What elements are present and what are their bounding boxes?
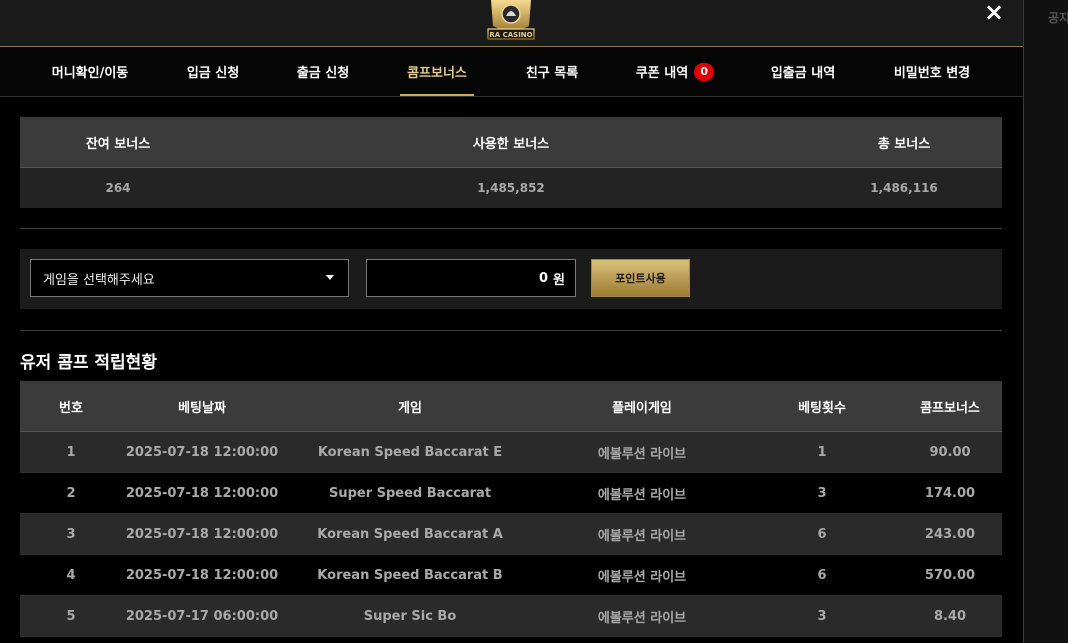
casino-logo-icon: RA CASINO [487,0,535,40]
tab-change-password[interactable]: 비밀번호 변경 [878,47,986,96]
cell-comp-bonus: 243.00 [924,526,976,542]
cell-bet-date: 2025-07-18 12:00:00 [125,567,279,583]
use-points-button[interactable]: 포인트사용 [591,259,690,297]
cell-game: Super Sic Bo [363,608,457,624]
cell-bet-count: 3 [817,608,827,624]
point-amount-input[interactable]: 0 원 [366,259,576,297]
background-notice-text: 공지 [1048,11,1068,25]
remaining-bonus-label: 잔여 보너스 [85,136,151,152]
section-title: 유저 콤프 적립현황 [20,353,157,373]
tab-money-check[interactable]: 머니확인/이동 [24,47,156,96]
cell-play-game: 에볼루션 라이브 [597,569,687,585]
cell-play-game: 에볼루션 라이브 [597,487,687,503]
tab-label: 친구 목록 [525,66,579,81]
tab-coupon-history[interactable]: 쿠폰 내역 0 [625,47,725,96]
used-bonus-label: 사용한 보너스 [472,136,550,152]
caret-down-icon [326,275,334,280]
cell-game: Korean Speed Baccarat A [317,526,503,542]
cell-game: Korean Speed Baccarat E [317,444,503,460]
column-header-bet-date: 베팅날짜 [178,400,226,416]
table-header: 번호 베팅날짜 게임 플레이게임 베팅횟수 콤프보너스 [20,381,1002,432]
bonus-summary: 잔여 보너스 사용한 보너스 총 보너스 264 1,485,852 1,486… [20,117,1002,208]
cell-play-game: 에볼루션 라이브 [597,446,687,462]
column-header-bet-count: 베팅횟수 [798,400,846,416]
point-use-form: 게임을 선택해주세요 0 원 포인트사용 [20,249,1002,309]
comp-history-table: 번호 베팅날짜 게임 플레이게임 베팅횟수 콤프보너스 1 2025-07-18… [20,381,1002,637]
cell-comp-bonus: 570.00 [924,567,976,583]
modal-header: RA CASINO × [0,0,1023,47]
game-select[interactable]: 게임을 선택해주세요 [30,259,349,297]
cell-bet-date: 2025-07-18 12:00:00 [125,485,279,501]
tab-label: 머니확인/이동 [51,66,129,81]
table-row: 3 2025-07-18 12:00:00 Korean Speed Bacca… [20,514,1002,555]
tab-friend-list[interactable]: 친구 목록 [510,47,594,96]
cell-game: Super Speed Baccarat [328,485,492,501]
point-amount-value: 0 [538,270,549,286]
divider [20,330,1002,331]
cell-number: 1 [66,444,76,460]
bonus-summary-header: 잔여 보너스 사용한 보너스 총 보너스 [20,117,1002,168]
cell-bet-date: 2025-07-17 06:00:00 [125,608,279,624]
logo-text: RA CASINO [489,31,532,39]
total-bonus-value: 1,486,116 [870,181,938,195]
cell-game: Korean Speed Baccarat B [317,567,503,583]
cell-bet-count: 6 [817,567,827,583]
cell-number: 2 [66,485,76,501]
table-row: 4 2025-07-18 12:00:00 Korean Speed Bacca… [20,555,1002,596]
cell-comp-bonus: 90.00 [929,444,971,460]
total-bonus-label: 총 보너스 [877,136,931,152]
cell-play-game: 에볼루션 라이브 [597,528,687,544]
cell-comp-bonus: 8.40 [933,608,967,624]
game-select-value: 게임을 선택해주세요 [43,272,155,288]
cell-bet-date: 2025-07-18 12:00:00 [125,444,279,460]
tab-deposit-request[interactable]: 입금 신청 [170,47,256,96]
cell-bet-count: 3 [817,485,827,501]
column-header-number: 번호 [59,400,83,416]
background-page [1024,0,1068,643]
bonus-summary-values: 264 1,485,852 1,486,116 [20,168,1002,208]
tab-label: 비밀번호 변경 [893,66,971,81]
close-button[interactable]: × [984,0,1004,24]
tab-label: 출금 신청 [296,66,350,81]
tab-label: 쿠폰 내역 [635,66,689,81]
cell-bet-date: 2025-07-18 12:00:00 [125,526,279,542]
tab-transaction-history[interactable]: 입출금 내역 [755,47,851,96]
tab-bar: 머니확인/이동 입금 신청 출금 신청 콤프보너스 친구 목록 쿠폰 내역 0 입… [0,47,1023,97]
point-amount-unit: 원 [553,272,565,288]
cell-bet-count: 6 [817,526,827,542]
column-header-game: 게임 [398,400,422,416]
cell-number: 4 [66,567,76,583]
tab-label: 입출금 내역 [770,66,836,81]
divider [20,228,1002,229]
tab-label: 입금 신청 [186,66,240,81]
cell-comp-bonus: 174.00 [924,485,976,501]
cell-number: 5 [66,608,76,624]
table-row: 2 2025-07-18 12:00:00 Super Speed Baccar… [20,473,1002,514]
comp-bonus-modal: RA CASINO × 머니확인/이동 입금 신청 출금 신청 콤프보너스 친구… [0,0,1024,643]
coupon-count-badge: 0 [694,62,715,81]
cell-number: 3 [66,526,76,542]
tab-label: 콤프보너스 [407,66,467,81]
table-row: 5 2025-07-17 06:00:00 Super Sic Bo 에볼루션 … [20,596,1002,637]
cell-bet-count: 1 [817,444,827,460]
column-header-comp-bonus: 콤프보너스 [920,400,980,416]
tab-comp-bonus[interactable]: 콤프보너스 [400,47,474,96]
column-header-play-game: 플레이게임 [612,400,672,416]
used-bonus-value: 1,485,852 [477,181,545,195]
cell-play-game: 에볼루션 라이브 [597,610,687,626]
table-row: 1 2025-07-18 12:00:00 Korean Speed Bacca… [20,432,1002,473]
remaining-bonus-value: 264 [105,181,131,195]
tab-withdraw-request[interactable]: 출금 신청 [280,47,366,96]
